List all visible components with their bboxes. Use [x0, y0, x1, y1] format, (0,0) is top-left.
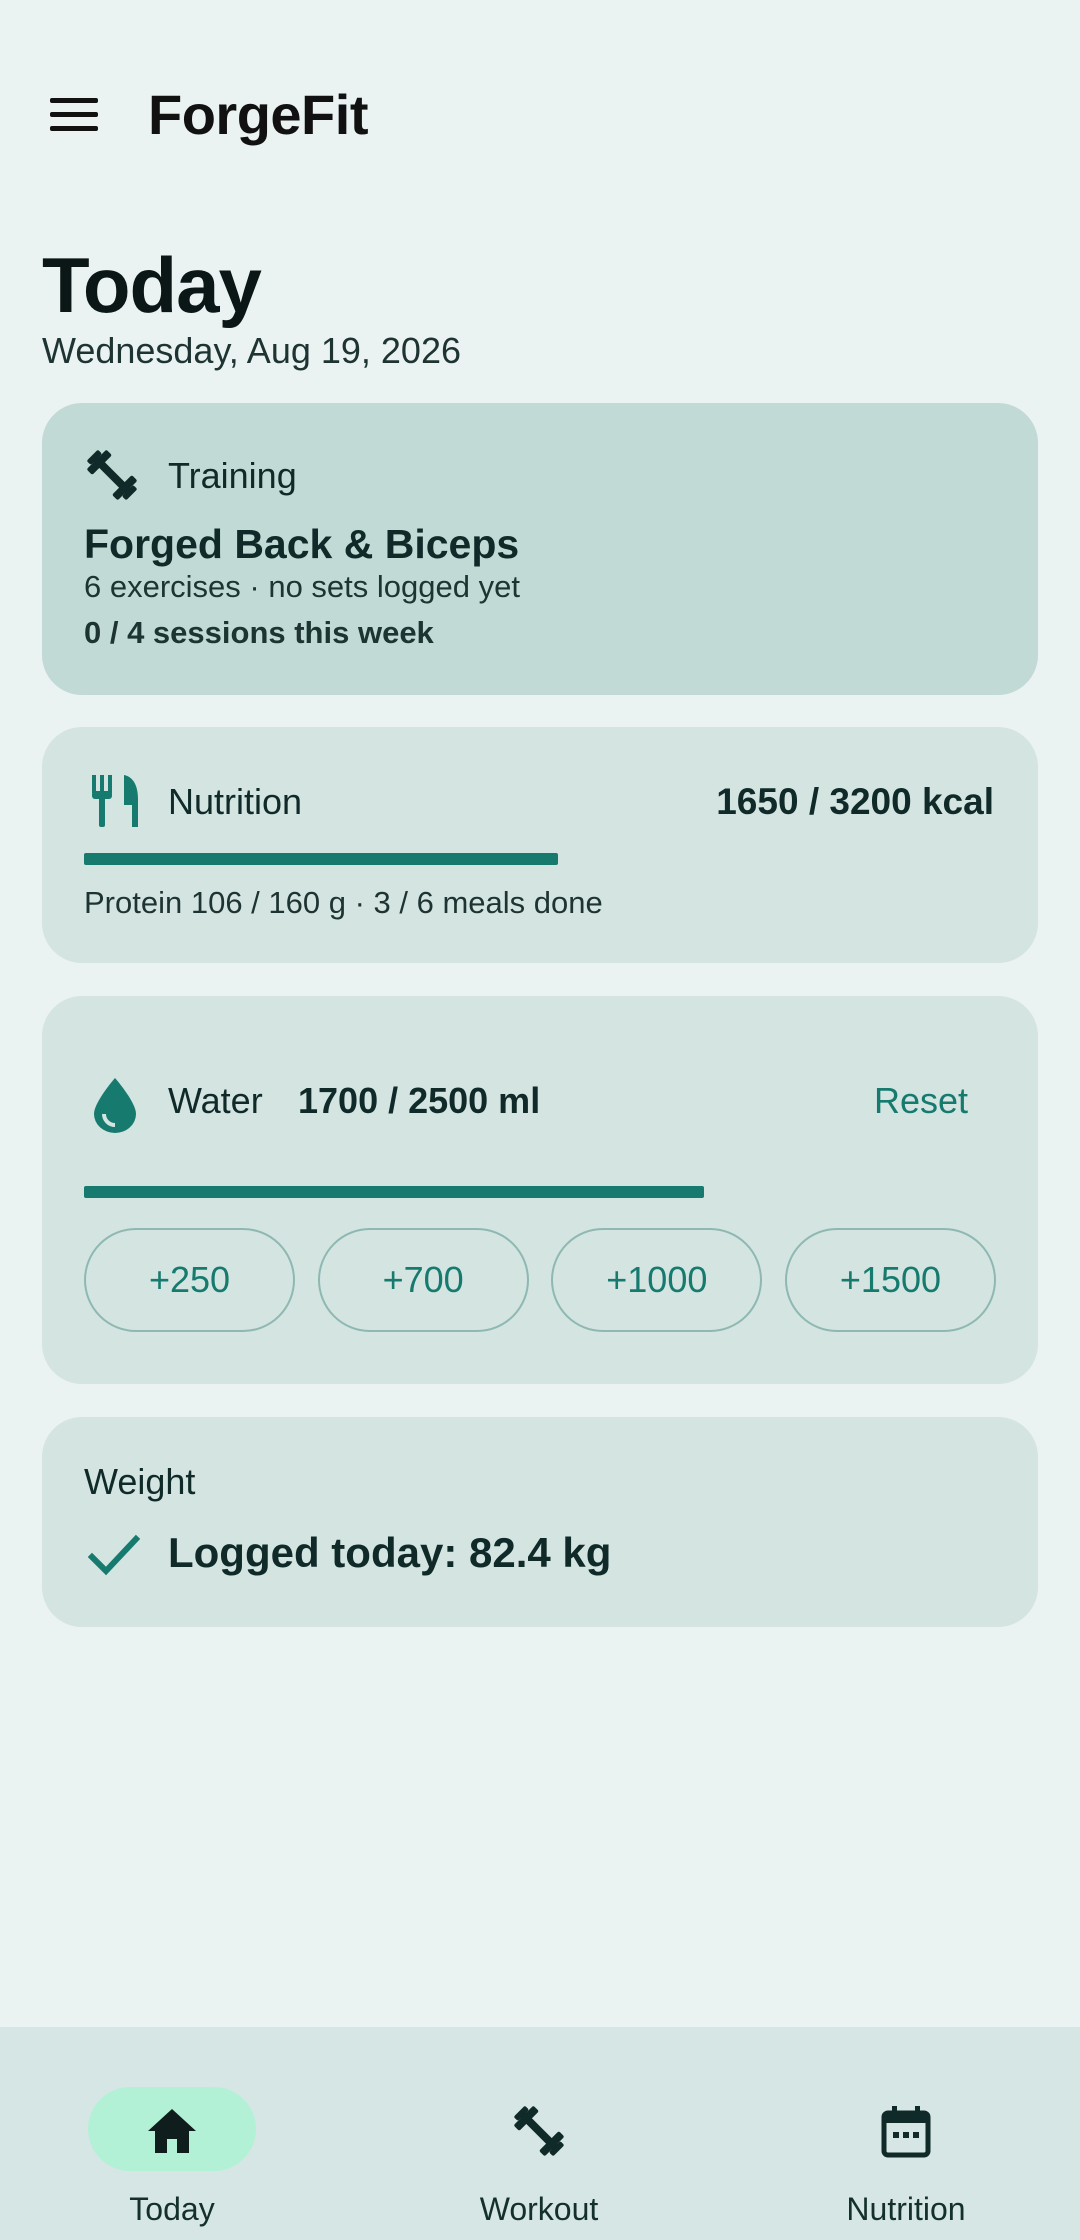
page-title: Today [42, 241, 262, 329]
nutrition-card[interactable]: Nutrition 1650 / 3200 kcal Protein 106 /… [42, 727, 1038, 963]
home-icon [148, 2109, 196, 2153]
weight-label: Weight [84, 1461, 196, 1502]
nav-item-nutrition[interactable]: Nutrition [792, 2057, 1032, 2227]
nutrition-label: Nutrition [168, 781, 303, 822]
dumbbell-icon [514, 2106, 564, 2156]
training-plan-name: Forged Back & Biceps [84, 521, 520, 567]
nutrition-subtitle: Protein 106 / 160 g · 3 / 6 meals done [84, 885, 603, 920]
nav-item-workout[interactable]: Workout [425, 2057, 665, 2227]
nutrition-progress-fill [84, 853, 559, 865]
page-date: Wednesday, Aug 19, 2026 [42, 330, 461, 371]
nav-item-today[interactable]: Today [58, 2057, 298, 2227]
utensils-icon [92, 775, 138, 827]
check-icon [88, 1534, 140, 1576]
calendar-icon [881, 2106, 931, 2158]
nav-label-workout: Workout [479, 2191, 599, 2227]
app-title: ForgeFit [148, 83, 368, 146]
water-label: Water [168, 1080, 263, 1121]
water-amount: 1700 / 2500 ml [298, 1080, 541, 1121]
water-reset-button[interactable]: Reset [874, 1080, 968, 1122]
dumbbell-icon [87, 450, 137, 500]
bottom-navigation: Today Workout Nutrition [0, 2027, 1080, 2240]
water-add-chips: +250 +700 +1000 +1500 [84, 1228, 996, 1332]
add-water-250-button[interactable]: +250 [84, 1228, 295, 1332]
training-subtitle: 6 exercises · no sets logged yet [84, 569, 520, 604]
weight-card[interactable]: Weight Logged today: 82.4 kg [42, 1417, 1038, 1627]
nav-label-today: Today [129, 2191, 215, 2227]
water-drop-icon [94, 1078, 136, 1133]
water-progress-bar [84, 1186, 996, 1198]
training-sessions: 0 / 4 sessions this week [84, 615, 434, 650]
nutrition-kcal: 1650 / 3200 kcal [716, 781, 994, 822]
water-card: Water 1700 / 2500 ml Reset +250 +700 +10… [42, 996, 1038, 1384]
add-water-1500-button[interactable]: +1500 [784, 1228, 996, 1332]
training-label: Training [168, 455, 297, 496]
app-bar: ForgeFit [0, 60, 1080, 170]
add-water-700-button[interactable]: +700 [317, 1228, 529, 1332]
menu-icon[interactable] [42, 90, 106, 140]
nutrition-progress-bar [84, 853, 996, 865]
water-progress-fill [84, 1186, 705, 1198]
add-water-1000-button[interactable]: +1000 [551, 1228, 763, 1332]
nav-label-nutrition: Nutrition [846, 2191, 966, 2227]
training-card[interactable]: Training Forged Back & Biceps 6 exercise… [42, 403, 1038, 695]
weight-logged-text: Logged today: 82.4 kg [168, 1529, 612, 1576]
